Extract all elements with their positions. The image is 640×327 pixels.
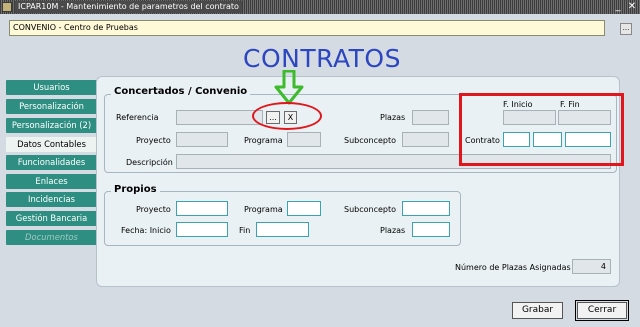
red-highlight-rect <box>459 93 624 166</box>
tab-documentos: Documentos <box>6 230 97 245</box>
close-icon[interactable]: ✕ <box>626 1 638 13</box>
red-highlight-ellipse <box>252 102 322 130</box>
concertados-title: Concertados / Convenio <box>111 86 251 97</box>
num-plazas-label: Número de Plazas Asignadas <box>455 263 571 272</box>
tab-datos-contables[interactable]: Datos Contables <box>6 137 97 152</box>
referencia-field[interactable] <box>176 110 263 125</box>
window-titlebar: ICPAR10M - Mantenimiento de parametros d… <box>0 0 640 14</box>
programa-field[interactable] <box>287 132 321 147</box>
propios-plazas-label: Plazas <box>380 226 406 235</box>
tab-personalizacion[interactable]: Personalización <box>6 99 97 114</box>
proyecto-label: Proyecto <box>136 136 171 145</box>
fecha-inicio-label: Fecha: Inicio <box>121 226 171 235</box>
programa-label: Programa <box>244 136 283 145</box>
fin-field[interactable] <box>256 222 309 237</box>
num-plazas-value: 4 <box>572 259 611 274</box>
tab-gestion-bancaria[interactable]: Gestión Bancaria <box>6 211 97 226</box>
propios-title: Propios <box>111 184 160 195</box>
propios-proyecto-label: Proyecto <box>136 205 171 214</box>
green-arrow-icon <box>274 70 304 105</box>
page-title: CONTRATOS <box>243 44 401 73</box>
subconcepto-field[interactable] <box>402 132 449 147</box>
window-title: ICPAR10M - Mantenimiento de parametros d… <box>15 1 242 13</box>
propios-programa-label: Programa <box>244 205 283 214</box>
fin-label: Fin <box>239 226 251 235</box>
propios-group <box>104 191 461 246</box>
fecha-inicio-field[interactable] <box>176 222 228 237</box>
app-icon <box>2 2 12 12</box>
minimize-icon[interactable]: _ <box>612 1 624 13</box>
tab-usuarios[interactable]: Usuarios <box>6 80 97 95</box>
convenio-lov-button[interactable]: ... <box>620 23 632 35</box>
propios-programa-field[interactable] <box>287 201 321 216</box>
cerrar-button[interactable]: Cerrar <box>575 300 629 321</box>
convenio-field[interactable]: CONVENIO - Centro de Pruebas <box>9 20 605 36</box>
tab-personalizacion-2[interactable]: Personalización (2) <box>6 118 97 133</box>
subconcepto-label: Subconcepto <box>344 136 397 145</box>
tab-funcionalidades[interactable]: Funcionalidades <box>6 155 97 170</box>
referencia-label: Referencia <box>116 113 159 122</box>
propios-proyecto-field[interactable] <box>176 201 228 216</box>
proyecto-field[interactable] <box>176 132 228 147</box>
propios-subconcepto-label: Subconcepto <box>344 205 397 214</box>
propios-plazas-field[interactable] <box>412 222 450 237</box>
descripcion-label: Descripción <box>126 158 173 167</box>
plazas-label: Plazas <box>380 113 406 122</box>
plazas-field[interactable] <box>412 110 449 125</box>
tab-enlaces[interactable]: Enlaces <box>6 174 97 189</box>
propios-subconcepto-field[interactable] <box>402 201 450 216</box>
tab-incidencias[interactable]: Incidencias <box>6 192 97 207</box>
grabar-button[interactable]: Grabar <box>512 302 563 319</box>
